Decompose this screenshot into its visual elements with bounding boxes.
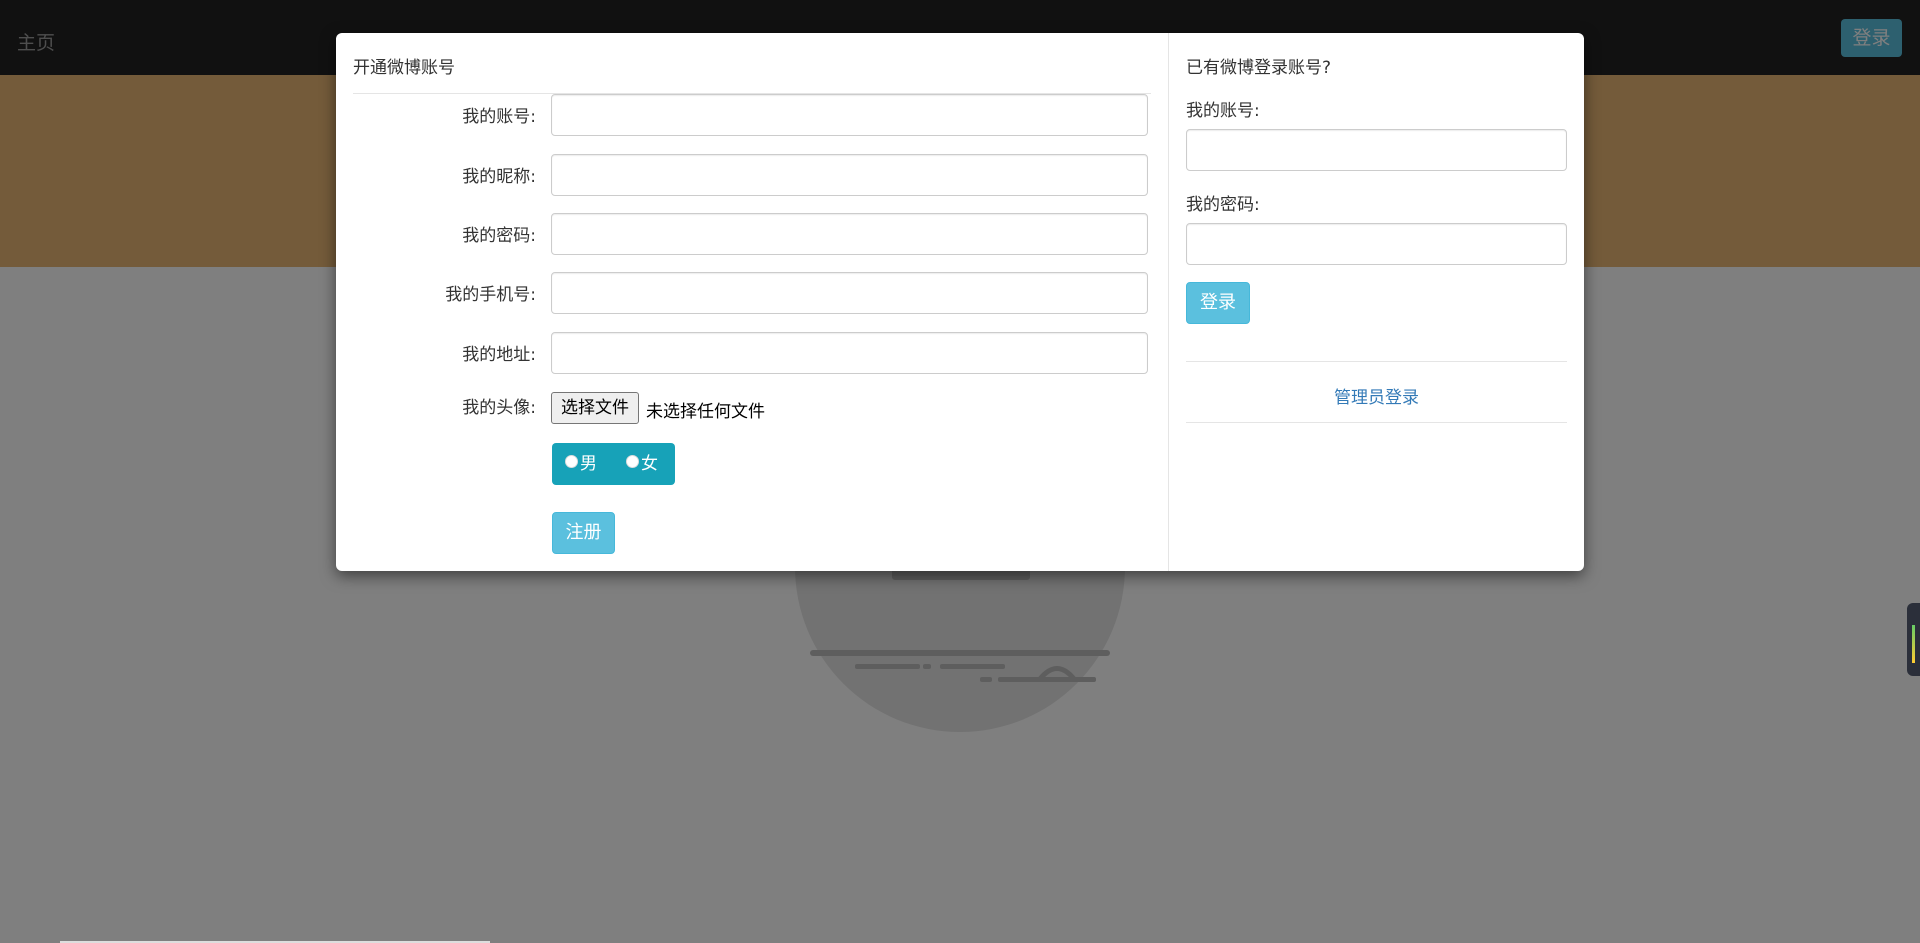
nickname-label: 我的昵称: — [462, 167, 536, 187]
admin-login-link[interactable]: 管理员登录 — [1186, 383, 1567, 408]
address-label: 我的地址: — [462, 345, 536, 365]
login-panel: 已有微博登录账号? 我的账号: 我的密码: 登录 管理员登录 — [1168, 33, 1584, 571]
login-account-input[interactable] — [1186, 129, 1567, 171]
form-row-address: 我的地址: — [336, 332, 1168, 374]
phone-label: 我的手机号: — [445, 285, 536, 305]
register-panel: 开通微博账号 我的账号: 我的昵称: 我的密码: 我的手机号: 我的地址: 我的… — [336, 33, 1169, 571]
gender-male-option[interactable]: 男 — [565, 443, 597, 485]
form-row-avatar: 我的头像: 选择文件 未选择任何文件 — [336, 392, 1168, 434]
side-widget-tab[interactable] — [1907, 603, 1920, 676]
register-title: 开通微博账号 — [353, 58, 455, 78]
password-label: 我的密码: — [462, 226, 536, 246]
divider — [1186, 361, 1567, 362]
account-label: 我的账号: — [462, 107, 536, 127]
login-password-input[interactable] — [1186, 223, 1567, 265]
login-password-label: 我的密码: — [1186, 195, 1260, 215]
gender-male-label: 男 — [580, 454, 597, 474]
choose-file-button[interactable]: 选择文件 — [551, 392, 639, 424]
register-button[interactable]: 注册 — [552, 512, 615, 554]
form-row-nickname: 我的昵称: — [336, 154, 1168, 196]
phone-input[interactable] — [551, 272, 1148, 314]
gender-radio-group: 男 女 — [552, 443, 675, 485]
account-input[interactable] — [551, 94, 1148, 136]
divider — [1186, 422, 1567, 423]
form-row-password: 我的密码: — [336, 213, 1168, 255]
auth-modal: 开通微博账号 我的账号: 我的昵称: 我的密码: 我的手机号: 我的地址: 我的… — [336, 33, 1584, 571]
login-submit-button[interactable]: 登录 — [1186, 282, 1250, 324]
login-account-label: 我的账号: — [1186, 101, 1260, 121]
password-input[interactable] — [551, 213, 1148, 255]
avatar-label: 我的头像: — [462, 398, 536, 418]
radio-icon[interactable] — [626, 455, 639, 468]
gender-female-option[interactable]: 女 — [626, 443, 658, 485]
form-row-phone: 我的手机号: — [336, 272, 1168, 314]
address-input[interactable] — [551, 332, 1148, 374]
gender-female-label: 女 — [641, 454, 658, 474]
nickname-input[interactable] — [551, 154, 1148, 196]
form-row-account: 我的账号: — [336, 94, 1168, 136]
radio-icon[interactable] — [565, 455, 578, 468]
file-status-text: 未选择任何文件 — [646, 402, 765, 422]
login-title: 已有微博登录账号? — [1186, 58, 1332, 78]
